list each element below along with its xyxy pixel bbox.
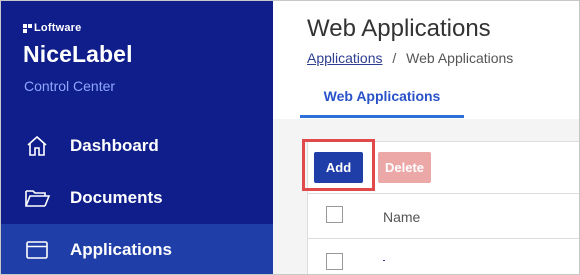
home-icon bbox=[24, 133, 50, 159]
breadcrumb-current: Web Applications bbox=[406, 50, 514, 66]
breadcrumb-separator: / bbox=[392, 50, 397, 66]
sidebar: Loftware NiceLabel Control Center Dashbo… bbox=[1, 1, 273, 274]
breadcrumb: Applications / Web Applications bbox=[307, 50, 513, 66]
column-header-name[interactable]: Name bbox=[383, 209, 420, 225]
content-area: Add Delete Name bbox=[273, 119, 579, 274]
loftware-logo-icon bbox=[23, 23, 32, 33]
product-name: NiceLabel bbox=[23, 41, 133, 67]
app-window: Loftware NiceLabel Control Center Dashbo… bbox=[0, 0, 580, 275]
window-icon bbox=[24, 237, 50, 263]
delete-button[interactable]: Delete bbox=[378, 152, 431, 183]
sidebar-item-dashboard[interactable]: Dashboard bbox=[1, 120, 273, 172]
sidebar-item-label: Dashboard bbox=[70, 136, 159, 155]
breadcrumb-link-applications[interactable]: Applications bbox=[307, 50, 383, 66]
sidebar-item-label: Documents bbox=[70, 188, 163, 207]
sidebar-item-label: Applications bbox=[70, 240, 173, 259]
add-button[interactable]: Add bbox=[314, 152, 363, 183]
select-all-checkbox[interactable] bbox=[326, 206, 343, 223]
main-content: Web Applications Applications / Web Appl… bbox=[273, 1, 579, 274]
company-name: Loftware bbox=[34, 22, 82, 34]
table-header-row: Name bbox=[307, 193, 579, 239]
table-row-name-link[interactable] bbox=[383, 253, 385, 261]
company-logo: Loftware bbox=[23, 22, 81, 34]
folder-icon bbox=[24, 185, 50, 211]
sidebar-item-documents[interactable]: Documents bbox=[1, 172, 273, 224]
tab-web-applications[interactable]: Web Applications bbox=[300, 76, 464, 118]
sidebar-item-applications[interactable]: Applications bbox=[1, 224, 273, 274]
product-subtitle: Control Center bbox=[24, 78, 116, 94]
row-checkbox[interactable] bbox=[326, 253, 343, 270]
page-title: Web Applications bbox=[307, 15, 491, 42]
